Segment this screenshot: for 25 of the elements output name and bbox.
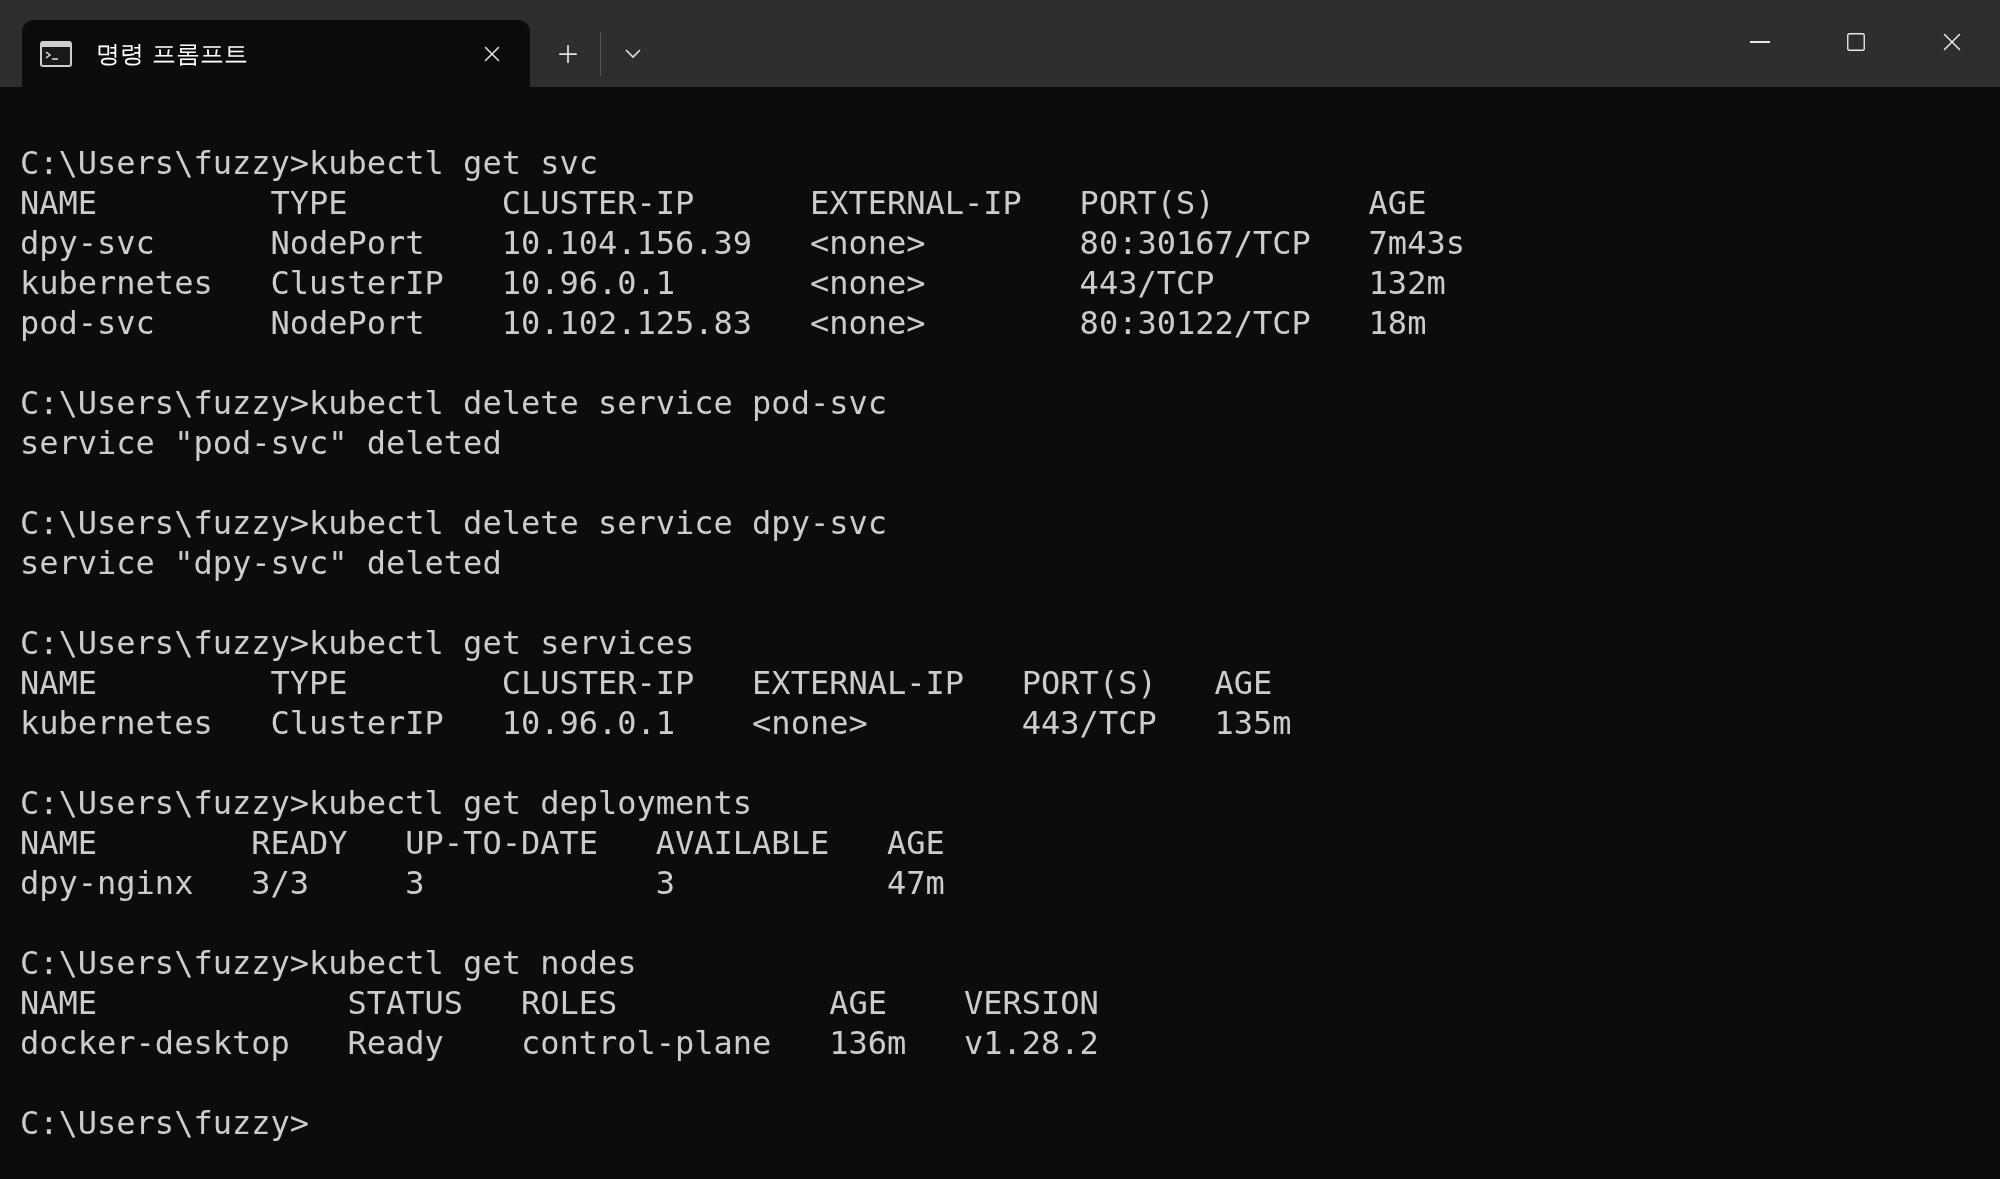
- tab-title: 명령 프롬프트: [96, 38, 249, 70]
- terminal-line: NAME STATUS ROLES AGE VERSION: [20, 983, 1099, 1023]
- terminal-line: pod-svc NodePort 10.102.125.83 <none> 80:30122/TCP 18m: [20, 303, 1427, 343]
- terminal-line: C:\Users\fuzzy>kubectl get nodes: [20, 943, 637, 983]
- terminal-line: docker-desktop Ready control-plane 136m v1.28.2: [20, 1023, 1099, 1063]
- terminal-line: C:\Users\fuzzy>kubectl get deployments: [20, 783, 753, 823]
- terminal-line: dpy-nginx 3/3 3 3 47m: [20, 863, 945, 903]
- terminal-line: kubernetes ClusterIP 10.96.0.1 <none> 443/TCP 135m: [20, 703, 1292, 743]
- terminal-line: NAME READY UP-TO-DATE AVAILABLE AGE: [20, 823, 945, 863]
- terminal-line: service "dpy-svc" deleted: [20, 543, 502, 583]
- terminal-line: dpy-svc NodePort 10.104.156.39 <none> 80:30167/TCP 7m43s: [20, 223, 1465, 263]
- terminal-icon: [40, 40, 72, 67]
- chevron-down-icon: [625, 48, 641, 59]
- terminal-line: C:\Users\fuzzy>kubectl delete service dpy-svc: [20, 503, 887, 543]
- maximize-icon: [1845, 31, 1867, 53]
- terminal-line: NAME TYPE CLUSTER-IP EXTERNAL-IP PORT(S) AGE: [20, 183, 1427, 223]
- terminal-tab[interactable]: 명령 프롬프트: [22, 20, 530, 87]
- terminal-line: C:\Users\fuzzy>kubectl delete service pod-svc: [20, 383, 887, 423]
- terminal-line: C:\Users\fuzzy>kubectl get svc: [20, 143, 598, 183]
- terminal-line: C:\Users\fuzzy>: [20, 1103, 309, 1143]
- terminal-line: C:\Users\fuzzy>kubectl get services: [20, 623, 695, 663]
- minimize-icon: [1750, 41, 1770, 43]
- terminal-line: service "pod-svc" deleted: [20, 423, 502, 463]
- terminal-line: NAME TYPE CLUSTER-IP EXTERNAL-IP PORT(S) AGE: [20, 663, 1273, 703]
- terminal-line: kubernetes ClusterIP 10.96.0.1 <none> 443/TCP 132m: [20, 263, 1446, 303]
